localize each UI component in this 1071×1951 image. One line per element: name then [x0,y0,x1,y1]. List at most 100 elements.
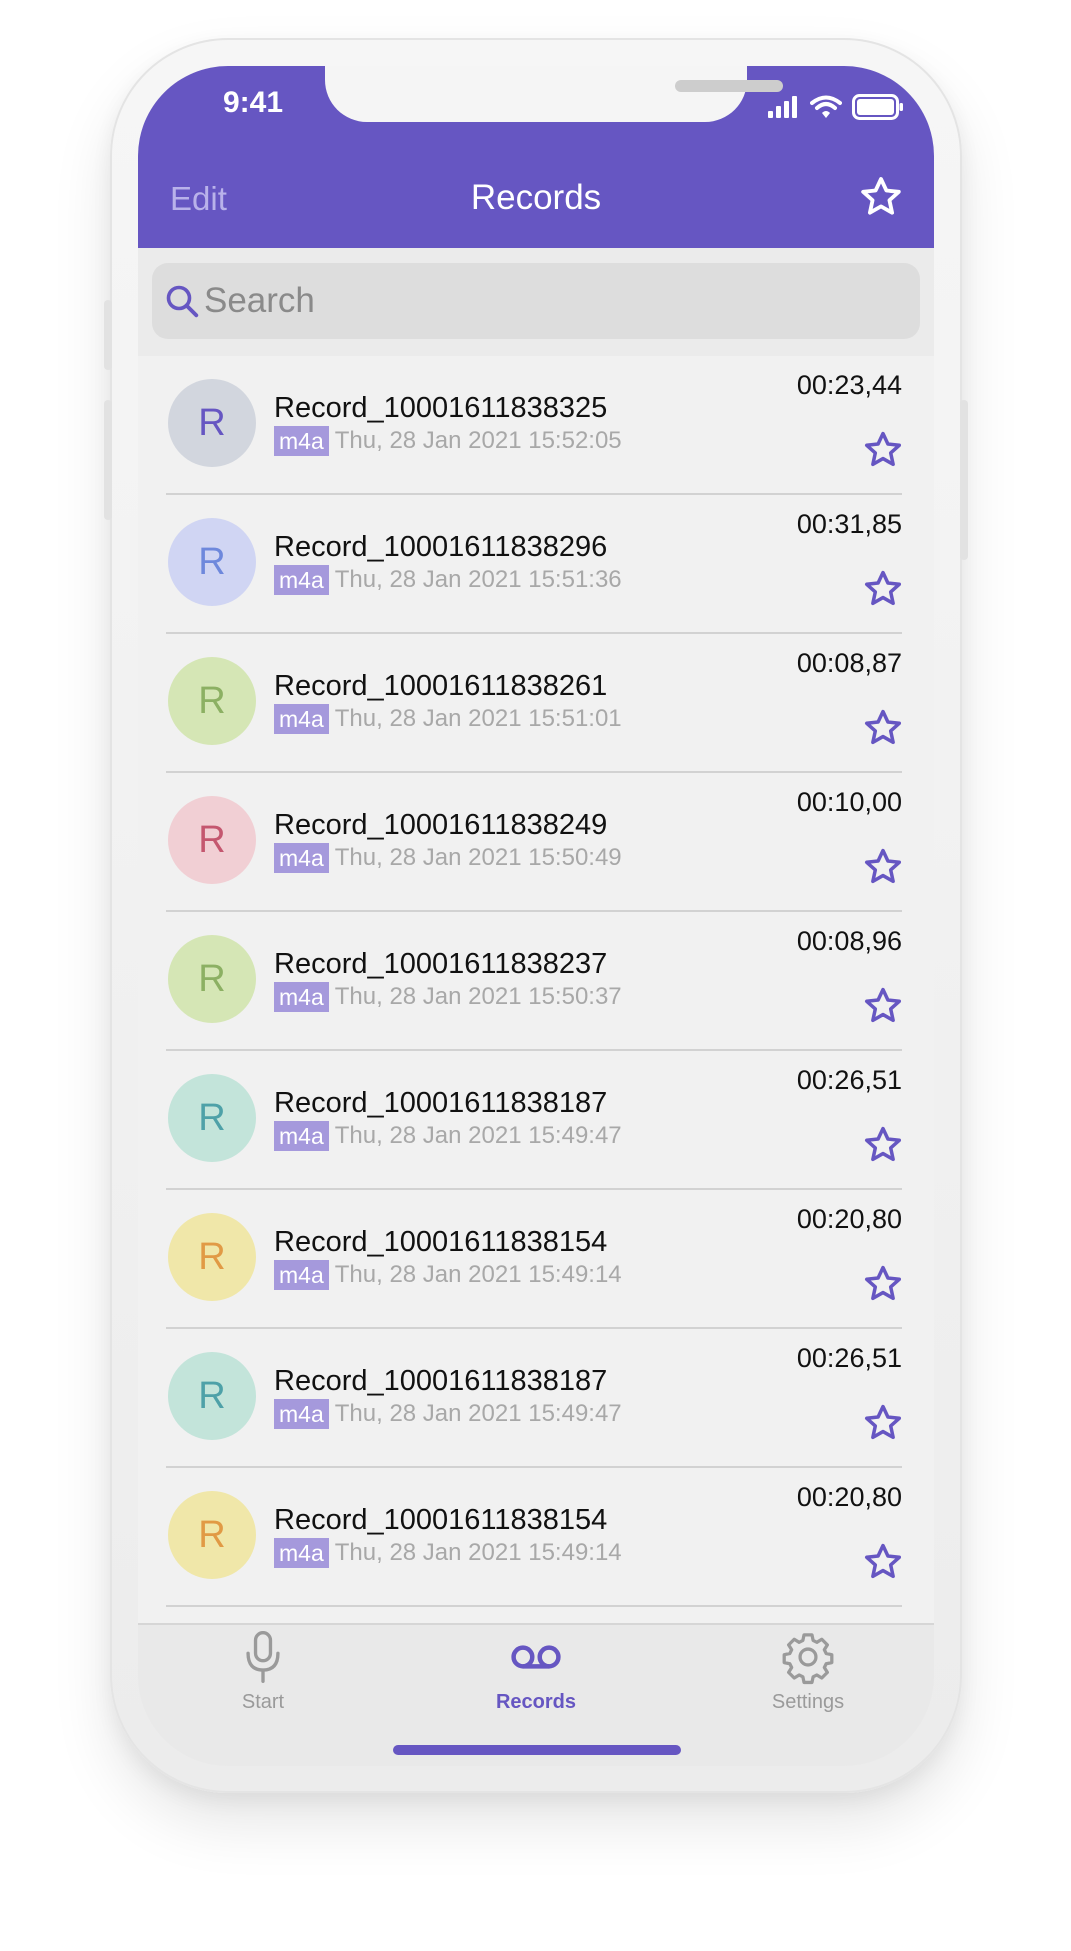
record-duration: 00:20,80 [796,1482,902,1512]
record-row[interactable]: R Record_10001611838325 m4a Thu, 28 Jan 202… [138,356,934,495]
tab-settings[interactable]: Settings [708,1629,908,1729]
record-meta: m4a Thu, 28 Jan 2021 15:50:49 [274,843,622,873]
wifi-icon [810,95,842,118]
record-name: Record_10001611838261 [274,670,608,702]
record-date: Thu, 28 Jan 2021 15:52:05 [334,427,622,454]
favorite-star-icon[interactable] [862,1124,904,1166]
record-meta: m4a Thu, 28 Jan 2021 15:49:14 [274,1260,622,1290]
tab-records[interactable]: Records [436,1629,636,1729]
record-avatar: R [168,935,256,1023]
record-duration: 00:23,44 [796,370,902,400]
record-date: Thu, 28 Jan 2021 15:51:01 [334,705,622,732]
record-row[interactable]: R Record_10001611838154 m4a Thu, 28 Jan 202… [138,1468,934,1607]
favorite-star-icon[interactable] [862,1402,904,1444]
volume-button [104,400,112,520]
tab-start[interactable]: Start [163,1629,363,1729]
power-button [960,400,968,560]
signal-icon [768,96,797,118]
tab-label: Settings [771,1691,845,1713]
record-avatar: R [168,518,256,606]
record-meta: m4a Thu, 28 Jan 2021 15:51:01 [274,704,622,734]
record-duration: 00:20,80 [796,1204,902,1234]
favorite-star-icon[interactable] [862,846,904,888]
record-avatar: R [168,1352,256,1440]
voicemail-icon [511,1645,561,1669]
status-time: 9:41 [222,86,284,119]
record-duration: 00:10,00 [796,787,902,817]
record-duration: 00:26,51 [796,1065,902,1095]
record-row[interactable]: R Record_10001611838296 m4a Thu, 28 Jan 202… [138,495,934,634]
status-icons [768,94,904,120]
format-badge: m4a [274,565,329,595]
favorite-star-icon[interactable] [862,429,904,471]
format-badge: m4a [274,1399,329,1429]
record-date: Thu, 28 Jan 2021 15:50:37 [334,983,622,1010]
search-bar[interactable]: Search [152,263,920,339]
format-badge: m4a [274,704,329,734]
tab-label: Start [241,1691,285,1713]
record-avatar: R [168,1491,256,1579]
record-row[interactable]: R Record_10001611838187 m4a Thu, 28 Jan 202… [138,1329,934,1468]
record-duration: 00:08,87 [796,648,902,678]
speaker-grille [675,80,783,92]
tab-bar: Start Records Settings [138,1623,934,1766]
record-row[interactable]: R Record_10001611838154 m4a Thu, 28 Jan 202… [138,1190,934,1329]
format-badge: m4a [274,426,329,456]
record-meta: m4a Thu, 28 Jan 2021 15:49:47 [274,1399,622,1429]
record-name: Record_10001611838187 [274,1365,608,1397]
favorites-star-icon[interactable] [858,174,904,220]
record-date: Thu, 28 Jan 2021 15:49:47 [334,1400,622,1427]
phone-screen: 9:41 Edit Records Search R Record_100016… [138,66,934,1766]
microphone-icon [246,1631,280,1683]
record-date: Thu, 28 Jan 2021 15:50:49 [334,844,622,871]
format-badge: m4a [274,1121,329,1151]
record-meta: m4a Thu, 28 Jan 2021 15:50:37 [274,982,622,1012]
format-badge: m4a [274,843,329,873]
format-badge: m4a [274,1260,329,1290]
home-indicator[interactable] [393,1745,681,1755]
favorite-star-icon[interactable] [862,707,904,749]
record-row[interactable]: R Record_10001611838261 m4a Thu, 28 Jan 202… [138,634,934,773]
record-row[interactable]: R Record_10001611838237 m4a Thu, 28 Jan 202… [138,912,934,1051]
record-date: Thu, 28 Jan 2021 15:51:36 [334,566,622,593]
format-badge: m4a [274,1538,329,1568]
records-list[interactable]: R Record_10001611838325 m4a Thu, 28 Jan 202… [138,356,934,1623]
record-duration: 00:31,85 [796,509,902,539]
record-date: Thu, 28 Jan 2021 15:49:14 [334,1261,622,1288]
record-date: Thu, 28 Jan 2021 15:49:14 [334,1539,622,1566]
search-input[interactable]: Search [204,281,315,321]
record-duration: 00:26,51 [796,1343,902,1373]
scene: 9:41 Edit Records Search R Record_100016… [0,0,1071,1951]
row-divider [166,1605,902,1607]
record-name: Record_10001611838237 [274,948,608,980]
record-meta: m4a Thu, 28 Jan 2021 15:52:05 [274,426,622,456]
nav-header: 9:41 Edit Records [138,66,934,248]
record-duration: 00:08,96 [796,926,902,956]
record-row[interactable]: R Record_10001611838249 m4a Thu, 28 Jan 202… [138,773,934,912]
battery-icon [852,94,903,120]
volume-button [104,300,112,370]
gear-icon [782,1633,834,1685]
favorite-star-icon[interactable] [862,1263,904,1305]
record-name: Record_10001611838249 [274,809,608,841]
record-name: Record_10001611838154 [274,1226,608,1258]
notch [325,66,783,122]
record-avatar: R [168,796,256,884]
record-name: Record_10001611838187 [274,1087,608,1119]
record-date: Thu, 28 Jan 2021 15:49:47 [334,1122,622,1149]
tab-label: Records [495,1691,577,1713]
record-avatar: R [168,657,256,745]
record-avatar: R [168,379,256,467]
favorite-star-icon[interactable] [862,1541,904,1583]
record-meta: m4a Thu, 28 Jan 2021 15:49:47 [274,1121,622,1151]
record-row[interactable]: R Record_10001611838187 m4a Thu, 28 Jan 202… [138,1051,934,1190]
record-name: Record_10001611838296 [274,531,608,563]
record-avatar: R [168,1074,256,1162]
record-meta: m4a Thu, 28 Jan 2021 15:51:36 [274,565,622,595]
record-name: Record_10001611838325 [274,392,608,424]
record-avatar: R [168,1213,256,1301]
format-badge: m4a [274,982,329,1012]
page-title: Records [470,178,602,217]
favorite-star-icon[interactable] [862,985,904,1027]
favorite-star-icon[interactable] [862,568,904,610]
